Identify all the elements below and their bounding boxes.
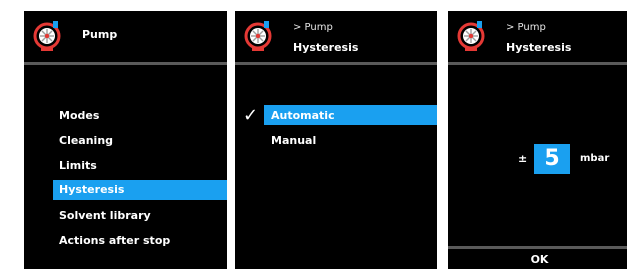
hysteresis-mode-screen: > Pump Hysteresis ✓ Automatic Manual (235, 11, 437, 269)
option-label: Automatic (271, 109, 335, 122)
plus-minus-sign: ± (518, 152, 528, 165)
hysteresis-options: ✓ Automatic Manual (235, 103, 437, 153)
screen-title: Hysteresis (506, 41, 572, 54)
hysteresis-value-field[interactable]: 5 (534, 144, 570, 174)
unit-label: mbar (580, 153, 610, 164)
breadcrumb: > Pump (293, 22, 333, 33)
menu-item-cleaning[interactable]: Cleaning (24, 128, 227, 153)
menu-item-label: Cleaning (59, 134, 114, 147)
breadcrumb: > Pump (506, 22, 546, 33)
hysteresis-value-row: ± 5 mbar (448, 144, 627, 174)
screenshot-stage: Pump Modes Cleaning Limits Hysteresis So… (0, 0, 627, 269)
menu-item-label: Modes (59, 109, 100, 122)
menu-item-label: Hysteresis (59, 183, 125, 196)
menu-item-label: Actions after stop (59, 234, 171, 247)
screen-header: Pump (24, 11, 227, 65)
menu-item-limits[interactable]: Limits (24, 153, 227, 178)
screen-header: > Pump Hysteresis (235, 11, 437, 65)
pump-menu-list: Modes Cleaning Limits Hysteresis Solvent… (24, 103, 227, 253)
screen-title: Hysteresis (293, 41, 359, 54)
header-divider (24, 62, 227, 65)
pump-icon (457, 21, 485, 51)
menu-item-modes[interactable]: Modes (24, 103, 227, 128)
pump-menu-screen: Pump Modes Cleaning Limits Hysteresis So… (24, 11, 227, 269)
menu-item-label: Solvent library (59, 209, 151, 222)
hysteresis-value-screen: > Pump Hysteresis ± 5 mbar OK (448, 11, 627, 269)
screen-header: > Pump Hysteresis (448, 11, 627, 65)
screen-title: Pump (82, 28, 118, 41)
checkmark-icon: ✓ (243, 105, 259, 126)
option-automatic[interactable]: ✓ Automatic (235, 103, 437, 128)
menu-item-hysteresis[interactable]: Hysteresis (53, 180, 227, 200)
menu-item-label: Limits (59, 159, 97, 172)
pump-icon (33, 21, 61, 51)
menu-item-actions-after-stop[interactable]: Actions after stop (24, 228, 227, 253)
ok-button[interactable]: OK (448, 246, 627, 269)
header-divider (235, 62, 437, 65)
option-label: Manual (271, 134, 317, 147)
pump-icon (244, 21, 272, 51)
menu-item-solvent-library[interactable]: Solvent library (24, 203, 227, 228)
header-divider (448, 62, 627, 65)
option-manual[interactable]: Manual (235, 128, 437, 153)
